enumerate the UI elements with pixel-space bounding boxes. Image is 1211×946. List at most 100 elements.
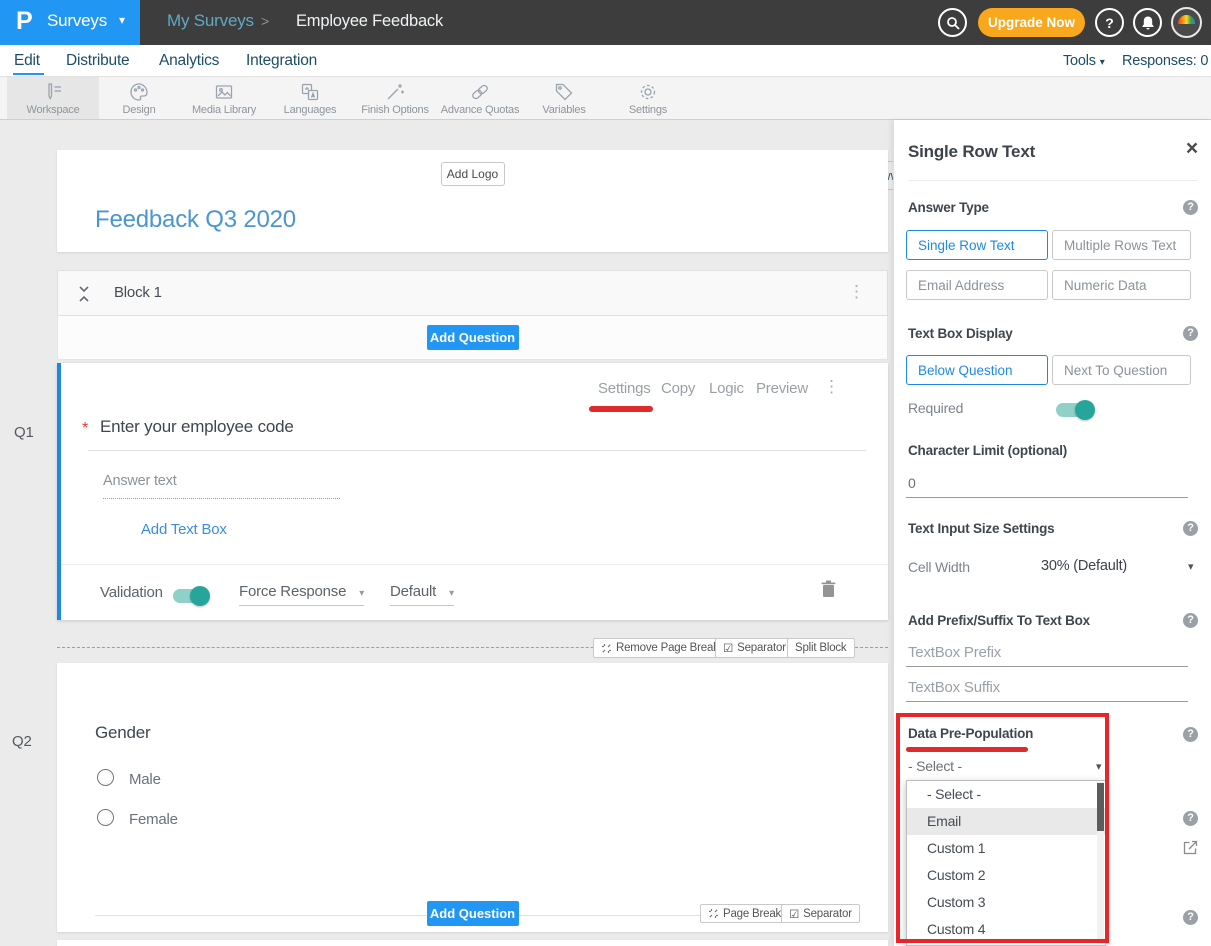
- separator-button[interactable]: ☑ Separator: [715, 638, 794, 658]
- separator-button-q2[interactable]: ☑ Separator: [781, 904, 860, 923]
- notifications-button[interactable]: [1133, 8, 1162, 37]
- help-icon[interactable]: ?: [1183, 613, 1198, 628]
- display-next-to-question[interactable]: Next To Question: [1052, 355, 1191, 385]
- toolbar-workspace[interactable]: Workspace: [7, 77, 99, 119]
- survey-nav: Edit Distribute Analytics Integration To…: [0, 45, 1211, 77]
- prepopulation-annotation-underline: [906, 747, 1028, 752]
- top-bar: P Surveys ▾ My Surveys > Employee Feedba…: [0, 0, 1211, 45]
- help-icon[interactable]: ?: [1183, 521, 1198, 536]
- tab-analytics[interactable]: Analytics: [159, 52, 219, 70]
- toolbar-settings[interactable]: Settings: [610, 77, 686, 119]
- add-logo-button[interactable]: Add Logo: [441, 162, 505, 186]
- tab-integration[interactable]: Integration: [246, 52, 317, 70]
- radio-female[interactable]: [97, 809, 114, 826]
- answer-type-numeric[interactable]: Numeric Data: [1052, 270, 1191, 300]
- toolbar-languages[interactable]: Languages: [272, 77, 348, 119]
- chevron-down-icon: ▾: [449, 588, 454, 599]
- questionpro-survey-editor: P Surveys ▾ My Surveys > Employee Feedba…: [0, 0, 1211, 946]
- dropdown-option-custom4[interactable]: Custom 4: [907, 916, 1105, 943]
- question-text-q1[interactable]: Enter your employee code: [100, 417, 294, 437]
- question-mark-icon: ?: [1105, 15, 1114, 31]
- add-question-button-top[interactable]: Add Question: [427, 325, 519, 350]
- split-block-button[interactable]: Split Block: [787, 638, 855, 658]
- page-break-button[interactable]: Page Break: [700, 904, 789, 923]
- dropdown-option-custom3[interactable]: Custom 3: [907, 889, 1105, 916]
- help-icon[interactable]: ?: [1183, 326, 1198, 341]
- dropdown-option-custom1[interactable]: Custom 1: [907, 835, 1105, 862]
- dropdown-scrollbar-thumb[interactable]: [1097, 783, 1104, 831]
- avatar[interactable]: [1171, 7, 1202, 38]
- add-question-button-bottom[interactable]: Add Question: [427, 901, 519, 926]
- question-settings-panel: Single Row Text × Answer Type ? Single R…: [893, 120, 1211, 946]
- chevron-down-icon: ▾: [359, 588, 364, 599]
- tools-menu[interactable]: Tools ▾: [1063, 53, 1105, 69]
- toggle-knob: [190, 586, 210, 606]
- display-below-question[interactable]: Below Question: [906, 355, 1048, 385]
- help-icon[interactable]: ?: [1183, 727, 1198, 742]
- chevron-down-icon[interactable]: ▾: [1188, 560, 1193, 573]
- close-icon[interactable]: ×: [1186, 137, 1198, 161]
- help-icon[interactable]: ?: [1183, 200, 1198, 215]
- required-toggle[interactable]: [1056, 403, 1092, 417]
- tab-edit[interactable]: Edit: [14, 52, 40, 70]
- toolbar-advance-quotas[interactable]: Advance Quotas: [436, 77, 524, 119]
- data-prepopulation-heading: Data Pre-Population: [908, 726, 1033, 741]
- breadcrumb-my-surveys[interactable]: My Surveys: [167, 11, 254, 31]
- wand-icon: [384, 81, 406, 103]
- search-button[interactable]: [938, 8, 967, 37]
- dropdown-option-email[interactable]: Email: [907, 808, 1105, 835]
- add-textbox-link[interactable]: Add Text Box: [141, 521, 227, 538]
- answer-text-placeholder[interactable]: Answer text: [103, 473, 177, 489]
- required-asterisk: *: [82, 420, 88, 438]
- chevron-down-icon: ▾: [1100, 57, 1105, 68]
- help-icon[interactable]: ?: [1183, 910, 1198, 925]
- upgrade-now-button[interactable]: Upgrade Now: [978, 8, 1085, 37]
- survey-header-card: Add Logo Feedback Q3 2020: [57, 150, 888, 252]
- tab-distribute[interactable]: Distribute: [66, 52, 129, 70]
- help-icon[interactable]: ?: [1183, 811, 1198, 826]
- help-button[interactable]: ?: [1095, 8, 1124, 37]
- tab-question-logic[interactable]: Logic: [709, 380, 744, 397]
- force-response-dropdown[interactable]: Force Response▾: [239, 583, 364, 606]
- cell-width-value[interactable]: 30% (Default): [1041, 558, 1127, 574]
- chevron-down-icon[interactable]: ▾: [1096, 760, 1101, 773]
- validation-default-dropdown[interactable]: Default▾: [390, 583, 454, 606]
- breadcrumb-separator-icon: >: [261, 13, 269, 29]
- textbox-prefix-input[interactable]: TextBox Prefix: [908, 644, 1001, 661]
- checkbox-checked-icon: ☑: [789, 907, 799, 921]
- block-name[interactable]: Block 1: [114, 284, 162, 301]
- required-label: Required: [908, 400, 963, 416]
- tab-question-settings[interactable]: Settings: [598, 380, 651, 397]
- toolbar-design[interactable]: Design: [104, 77, 174, 119]
- product-switcher[interactable]: P Surveys ▾: [0, 0, 140, 45]
- question-menu-icon[interactable]: ⋮: [823, 377, 840, 397]
- radio-female-label: Female: [129, 811, 178, 828]
- collapse-block-icon[interactable]: [78, 285, 90, 303]
- validation-toggle[interactable]: [173, 589, 207, 603]
- question-text-q2[interactable]: Gender: [95, 723, 151, 743]
- answer-type-email[interactable]: Email Address: [906, 270, 1048, 300]
- responses-count[interactable]: Responses: 0: [1122, 53, 1208, 69]
- textbox-suffix-input[interactable]: TextBox Suffix: [908, 679, 1000, 696]
- survey-title[interactable]: Feedback Q3 2020: [95, 206, 296, 234]
- tab-question-preview[interactable]: Preview: [756, 380, 808, 397]
- radio-male[interactable]: [97, 769, 114, 786]
- dropdown-option-select[interactable]: - Select -: [907, 781, 1105, 808]
- dropdown-option-custom2[interactable]: Custom 2: [907, 862, 1105, 889]
- add-question-strip: Add Question: [57, 316, 888, 360]
- question-number-q1: Q1: [14, 424, 34, 441]
- prepopulation-select[interactable]: - Select -: [908, 758, 962, 774]
- remove-page-break-button[interactable]: Remove Page Break: [593, 638, 727, 658]
- question-card-q1[interactable]: Settings Copy Logic Preview ⋮ * Enter yo…: [57, 363, 888, 620]
- toolbar-finish-options[interactable]: Finish Options: [350, 77, 440, 119]
- external-link-icon[interactable]: [1183, 840, 1198, 855]
- toolbar-media-library[interactable]: Media Library: [179, 77, 269, 119]
- toolbar-variables[interactable]: Variables: [528, 77, 600, 119]
- delete-question-icon[interactable]: [821, 580, 836, 598]
- answer-type-multiple-rows[interactable]: Multiple Rows Text: [1052, 230, 1191, 260]
- block-menu-icon[interactable]: ⋮: [848, 282, 865, 302]
- tab-question-copy[interactable]: Copy: [661, 380, 695, 397]
- question-card-q2[interactable]: Gender Male Female Add Question Page Bre…: [57, 663, 888, 932]
- answer-type-single-row[interactable]: Single Row Text: [906, 230, 1048, 260]
- character-limit-input[interactable]: 0: [908, 475, 916, 491]
